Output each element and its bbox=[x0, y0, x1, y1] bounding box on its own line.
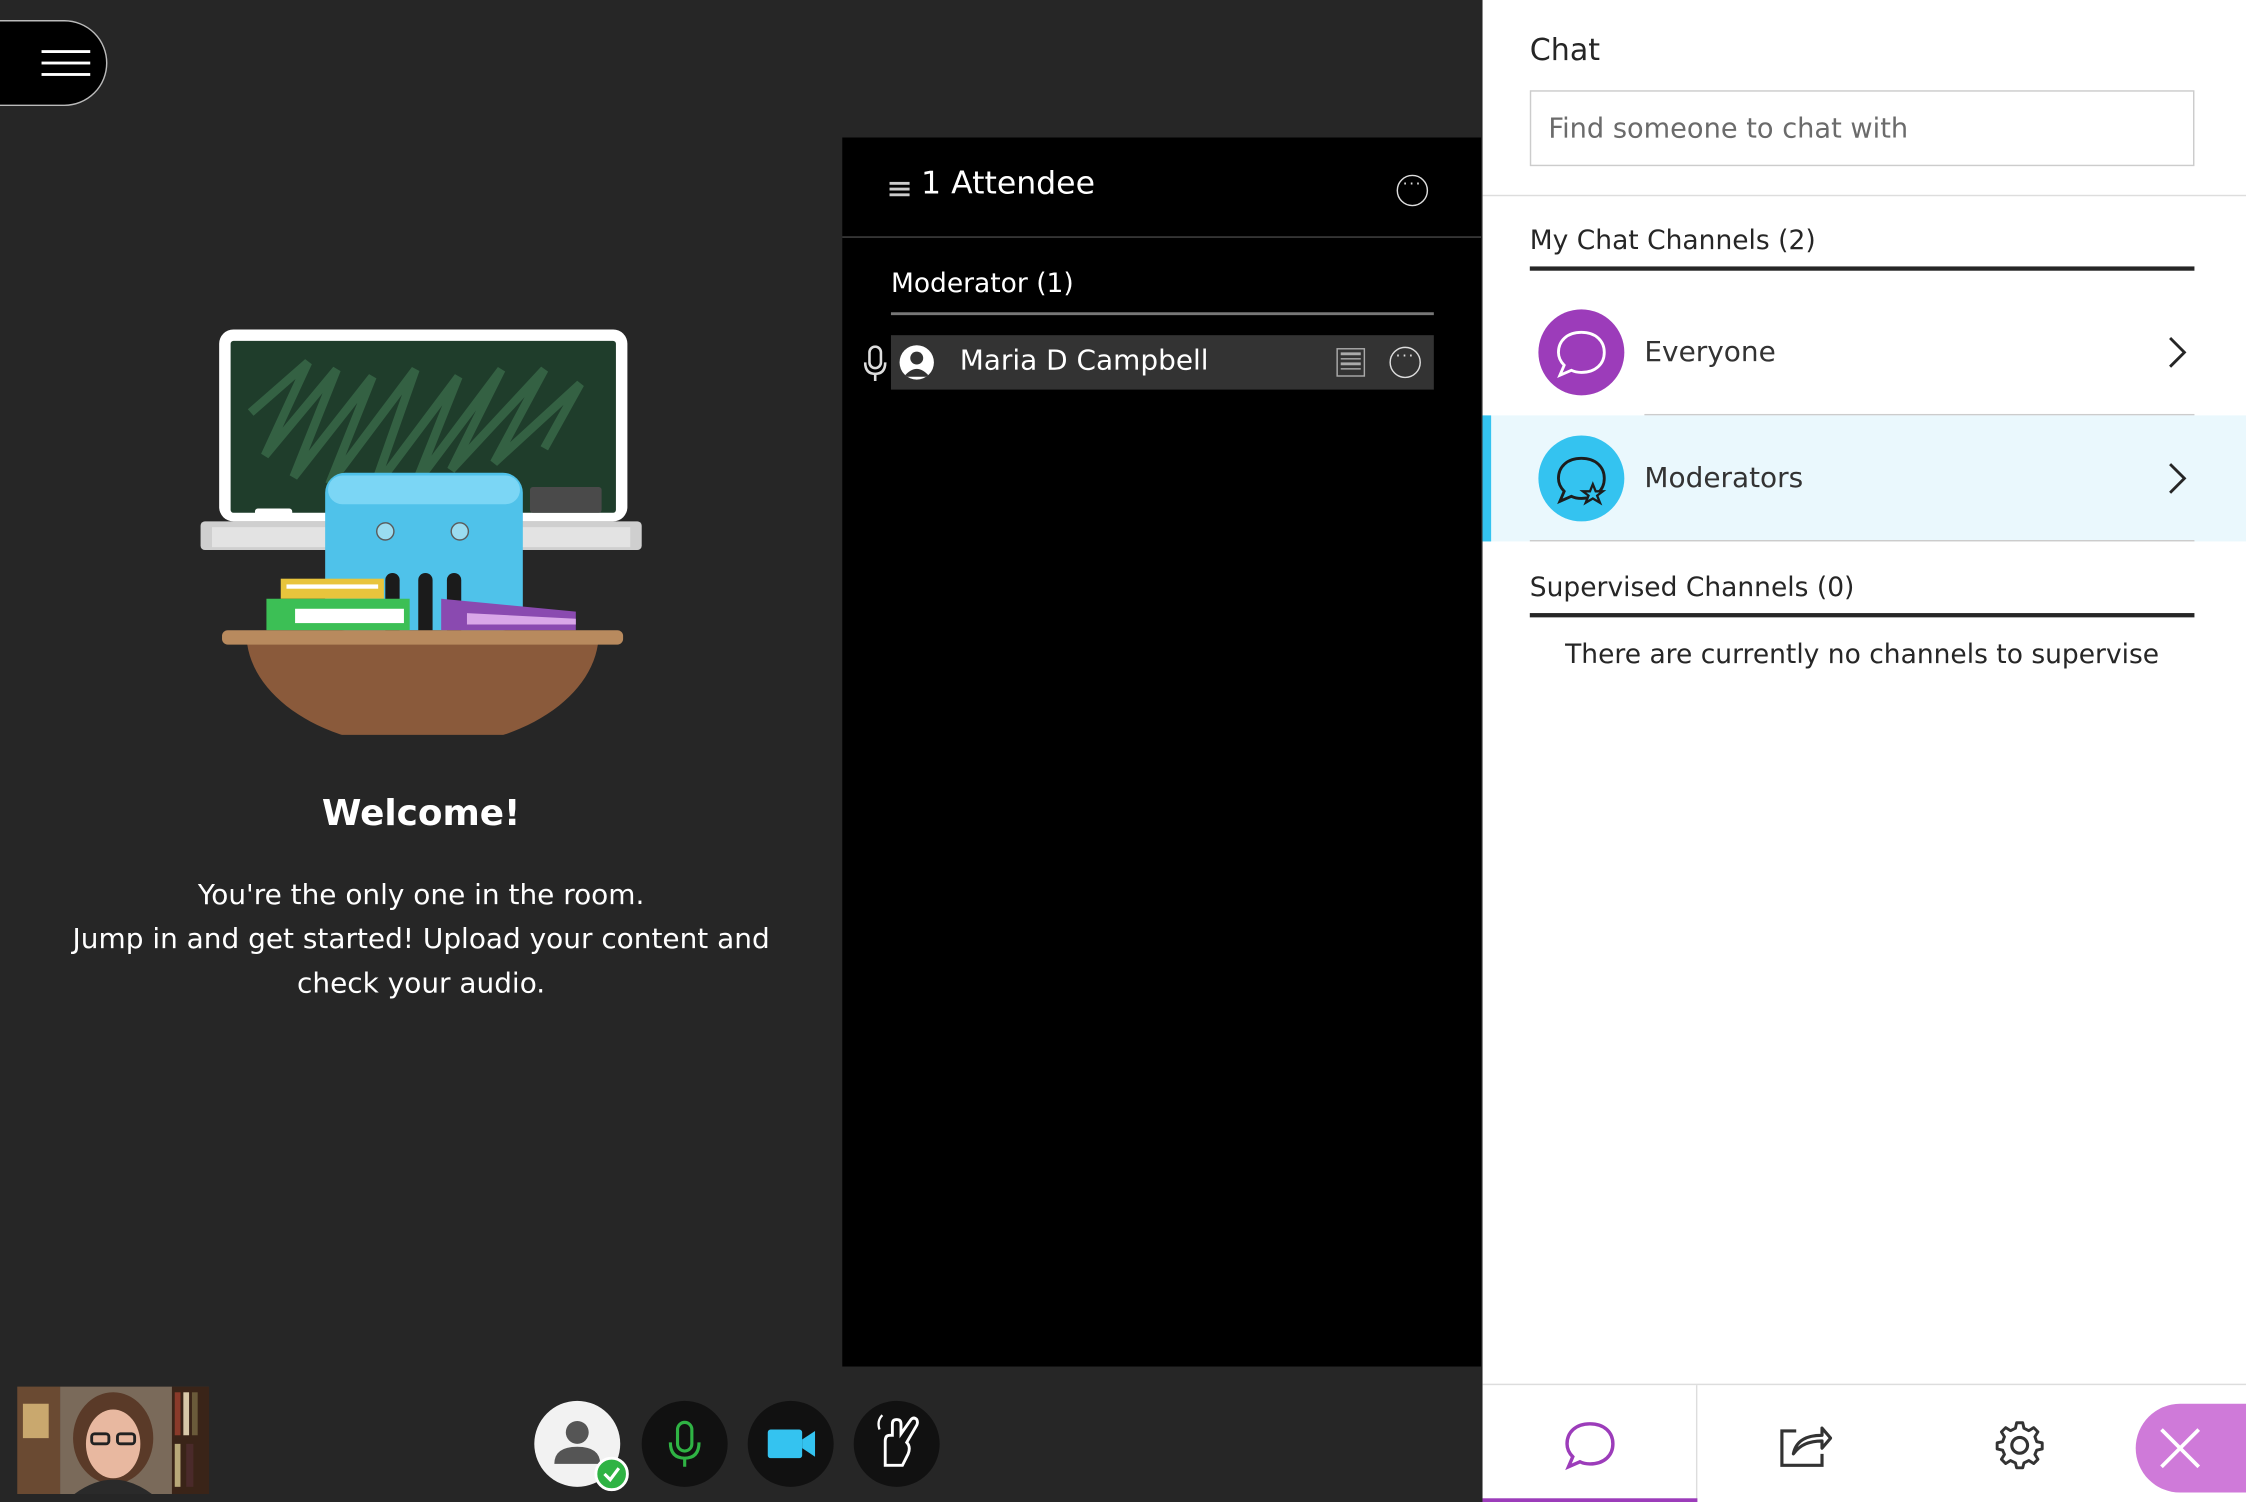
microphone-button[interactable] bbox=[641, 1400, 728, 1487]
welcome-title: Welcome! bbox=[321, 792, 521, 834]
chat-panel: Chat My Chat Channels (2) Everyone Moder… bbox=[1482, 0, 2246, 1502]
chevron-right-icon bbox=[2169, 337, 2187, 368]
chevron-right-icon bbox=[2169, 463, 2187, 494]
classroom-illustration bbox=[200, 329, 642, 735]
close-icon bbox=[2160, 1428, 2201, 1469]
attendee-avatar-icon bbox=[899, 345, 934, 380]
camera-button[interactable] bbox=[747, 1400, 834, 1487]
my-chat-channels-heading: My Chat Channels (2) bbox=[1529, 226, 2195, 271]
drag-handle-icon[interactable] bbox=[889, 181, 910, 196]
channel-moderators[interactable]: Moderators bbox=[1482, 415, 2246, 542]
chat-bubble-icon bbox=[1538, 309, 1625, 396]
moderator-chat-icon bbox=[1538, 435, 1625, 522]
chat-icon bbox=[1565, 1422, 1615, 1471]
attendee-more-options-icon[interactable]: ··· bbox=[1389, 346, 1421, 379]
tab-share-content[interactable] bbox=[1697, 1385, 1912, 1502]
channel-everyone[interactable]: Everyone bbox=[1483, 289, 2246, 416]
attendee-name: Maria D Campbell bbox=[959, 343, 1209, 377]
my-status-button[interactable] bbox=[534, 1400, 629, 1492]
channel-label: Everyone bbox=[1644, 335, 1776, 369]
self-video-thumbnail[interactable] bbox=[17, 1386, 210, 1494]
attendee-row[interactable]: Maria D Campbell ··· bbox=[890, 335, 1434, 390]
settings-gear-icon bbox=[1995, 1421, 2044, 1470]
microphone-icon bbox=[668, 1420, 701, 1467]
raise-hand-icon bbox=[877, 1414, 919, 1467]
supervised-channels-heading: Supervised Channels (0) bbox=[1529, 573, 2195, 618]
active-tab-indicator bbox=[1482, 1498, 1698, 1502]
welcome-line-1: You're the only one in the room. bbox=[197, 878, 645, 912]
chat-search-input[interactable] bbox=[1529, 90, 2195, 167]
divider bbox=[1482, 194, 2246, 197]
tab-chat[interactable] bbox=[1482, 1385, 1698, 1502]
share-content-icon bbox=[1780, 1426, 1833, 1467]
camera-icon bbox=[767, 1429, 816, 1459]
supervised-empty-message: There are currently no channels to super… bbox=[1565, 640, 2160, 671]
attendee-microphone-icon[interactable] bbox=[863, 345, 887, 382]
welcome-line-2: Jump in and get started! Upload your con… bbox=[72, 922, 770, 1000]
attendee-notes-icon[interactable] bbox=[1336, 348, 1366, 377]
moderator-section-heading: Moderator (1) bbox=[890, 269, 1434, 316]
attendees-panel: 1 Attendee ··· Moderator (1) Maria D Cam… bbox=[842, 137, 1482, 1367]
collaborate-room: Welcome! You're the only one in the room… bbox=[0, 0, 2246, 1502]
chat-panel-title: Chat bbox=[1529, 32, 1601, 68]
panel-tabs bbox=[1482, 1383, 2246, 1502]
attendees-count-title: 1 Attendee bbox=[921, 166, 1095, 202]
raise-hand-button[interactable] bbox=[853, 1400, 940, 1487]
profile-icon bbox=[554, 1420, 629, 1492]
attendees-more-options-icon[interactable]: ··· bbox=[1396, 174, 1429, 207]
tab-settings[interactable] bbox=[1912, 1385, 2127, 1502]
close-panel-button[interactable] bbox=[2135, 1403, 2246, 1493]
main-menu-button[interactable] bbox=[0, 20, 108, 106]
welcome-message: You're the only one in the room. Jump in… bbox=[43, 872, 799, 1005]
channel-label: Moderators bbox=[1644, 461, 1804, 495]
attendees-header: 1 Attendee ··· bbox=[842, 138, 1482, 238]
divider bbox=[1529, 540, 2195, 542]
